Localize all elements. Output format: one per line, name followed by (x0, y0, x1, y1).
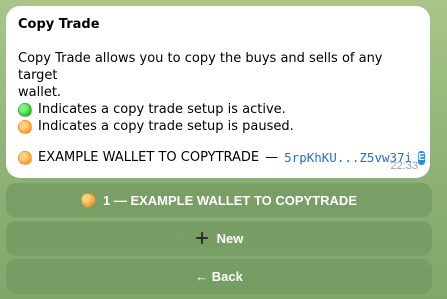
legend-active-text: Indicates a copy trade setup is active. (38, 102, 286, 117)
message-description: Copy Trade allows you to copy the buys a… (18, 50, 418, 101)
back-button-label: ← Back (195, 268, 243, 284)
new-button[interactable]: New (6, 221, 432, 255)
wallet-button-label: 1 — EXAMPLE WALLET TO COPYTRADE (102, 192, 357, 208)
wallet-separator: — (265, 150, 279, 165)
green-circle-icon (18, 102, 32, 117)
description-line-2: wallet. (18, 85, 62, 100)
wallet-line: EXAMPLE WALLET TO COPYTRADE — 5rpKhKU...… (18, 149, 425, 166)
message-bubble: Copy Trade Copy Trade allows you to copy… (6, 6, 430, 178)
message-title: Copy Trade (18, 17, 100, 32)
legend-paused-text: Indicates a copy trade setup is paused. (38, 119, 294, 134)
back-button[interactable]: ← Back (6, 259, 432, 293)
wallet-button[interactable]: 1 — EXAMPLE WALLET TO COPYTRADE (6, 183, 432, 217)
legend-paused: Indicates a copy trade setup is paused. (18, 118, 418, 135)
description-line-1: Copy Trade allows you to copy the buys a… (18, 51, 383, 83)
plus-icon (195, 231, 209, 245)
orange-circle-icon (18, 150, 32, 165)
message-timestamp: 22:33 (390, 160, 418, 172)
orange-circle-icon (18, 119, 32, 134)
wallet-label: EXAMPLE WALLET TO COPYTRADE (38, 150, 260, 165)
new-button-label: New (216, 230, 244, 246)
orange-circle-icon (80, 193, 95, 207)
e-badge-icon[interactable]: E (418, 150, 425, 165)
legend-active: Indicates a copy trade setup is active. (18, 101, 418, 118)
